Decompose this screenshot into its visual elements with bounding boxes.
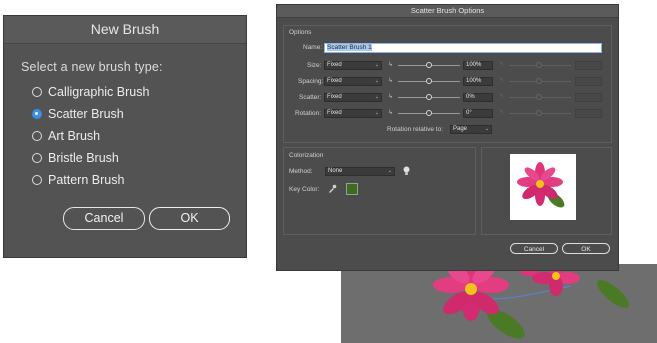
min-arrow-icon: ↳ [388, 78, 394, 84]
spacing-max-value-field [575, 77, 602, 86]
min-arrow-icon: ↳ [388, 94, 394, 100]
chevron-down-icon: ⌄ [374, 78, 379, 84]
colorization-heading: Colorization [289, 152, 324, 159]
chevron-down-icon: ⌄ [387, 168, 392, 174]
chevron-down-icon: ⌄ [374, 110, 379, 116]
spacing-slider-knob[interactable] [426, 78, 432, 84]
rotation-relative-value: Page [453, 126, 468, 132]
brush-preview [510, 154, 576, 220]
name-label: Name: [303, 44, 323, 51]
brush-type-prompt: Select a new brush type: [21, 60, 163, 74]
size-value-field[interactable]: 100% [463, 61, 493, 70]
radio-art-brush[interactable]: Art Brush [32, 128, 100, 144]
chevron-down-icon: ⌄ [374, 62, 379, 68]
radio-scatter-brush[interactable]: Scatter Brush [32, 106, 124, 122]
spacing-max-slider-knob [536, 78, 542, 84]
size-max-value-field [575, 61, 602, 70]
ok-button[interactable]: OK [149, 207, 230, 230]
ok-button[interactable]: OK [562, 243, 610, 254]
cancel-button[interactable]: Cancel [510, 243, 558, 254]
options-heading: Options [289, 29, 312, 36]
radio-circle-selected [32, 109, 42, 119]
rotation-relative-label: Rotation relative to: [387, 126, 444, 133]
radio-label: Calligraphic Brush [48, 85, 150, 99]
scatter-mode-select[interactable]: Fixed ⌄ [324, 93, 382, 102]
size-mode-select[interactable]: Fixed ⌄ [324, 61, 382, 70]
radio-circle [32, 131, 42, 141]
rotation-max-value-field [575, 109, 602, 118]
radio-label: Scatter Brush [48, 107, 124, 121]
radio-label: Art Brush [48, 129, 101, 143]
key-color-swatch[interactable] [346, 183, 358, 195]
brush-name-input[interactable]: Scatter Brush 1 [324, 43, 602, 53]
spacing-value-field[interactable]: 100% [463, 77, 493, 86]
size-max-slider-knob [536, 62, 542, 68]
radio-calligraphic-brush[interactable]: Calligraphic Brush [32, 84, 149, 100]
radio-bristle-brush[interactable]: Bristle Brush [32, 150, 119, 166]
flower-preview-image [517, 162, 565, 208]
method-label: Method: [289, 168, 313, 175]
artboard-canvas [341, 264, 657, 343]
rotation-relative-select[interactable]: Page ⌄ [450, 125, 492, 134]
rotation-value-field[interactable]: 0° [463, 109, 493, 118]
size-slider-knob[interactable] [426, 62, 432, 68]
rotation-mode-select[interactable]: Fixed ⌄ [324, 109, 382, 118]
chevron-down-icon: ⌄ [374, 94, 379, 100]
dialog-title: Scatter Brush Options [277, 5, 618, 18]
spacing-mode-select[interactable]: Fixed ⌄ [324, 77, 382, 86]
rotation-label: Rotation: [295, 110, 322, 117]
cancel-button[interactable]: Cancel [63, 207, 145, 230]
max-arrow-icon: ↰ [499, 62, 505, 68]
scatter-slider-knob[interactable] [426, 94, 432, 100]
size-label: Size: [307, 62, 322, 69]
scatter-label: Scatter: [299, 94, 322, 101]
rotation-slider-knob[interactable] [426, 110, 432, 116]
max-arrow-icon: ↰ [499, 110, 505, 116]
min-arrow-icon: ↳ [388, 110, 394, 116]
scattered-flowers-art [433, 264, 629, 339]
spacing-label: Spacing: [298, 78, 324, 85]
lightbulb-icon[interactable] [403, 166, 410, 178]
new-brush-dialog: New Brush Select a new brush type: Calli… [3, 15, 247, 258]
max-arrow-icon: ↰ [499, 94, 505, 100]
rotation-max-slider-knob [536, 110, 542, 116]
scatter-mode-value: Fixed [327, 94, 342, 100]
radio-label: Pattern Brush [48, 173, 125, 187]
spacing-mode-value: Fixed [327, 78, 342, 84]
method-select[interactable]: None ⌄ [325, 167, 395, 176]
brush-name-value: Scatter Brush 1 [327, 44, 372, 51]
min-arrow-icon: ↳ [388, 62, 394, 68]
chevron-down-icon: ⌄ [484, 126, 489, 132]
rotation-mode-value: Fixed [327, 110, 342, 116]
scatter-max-value-field [575, 93, 602, 102]
radio-pattern-brush[interactable]: Pattern Brush [32, 172, 124, 188]
scatter-brush-options-dialog: Scatter Brush Options Options Name: Scat… [276, 4, 619, 271]
max-arrow-icon: ↰ [499, 78, 505, 84]
radio-label: Bristle Brush [48, 151, 119, 165]
scatter-max-slider-knob [536, 94, 542, 100]
key-color-label: Key Color: [289, 186, 320, 193]
dialog-title: New Brush [4, 16, 246, 44]
radio-circle [32, 153, 42, 163]
method-value: None [328, 168, 343, 174]
radio-circle [32, 175, 42, 185]
scatter-value-field[interactable]: 0% [463, 93, 493, 102]
radio-circle [32, 87, 42, 97]
size-mode-value: Fixed [327, 62, 342, 68]
eyedropper-icon[interactable] [328, 184, 337, 195]
